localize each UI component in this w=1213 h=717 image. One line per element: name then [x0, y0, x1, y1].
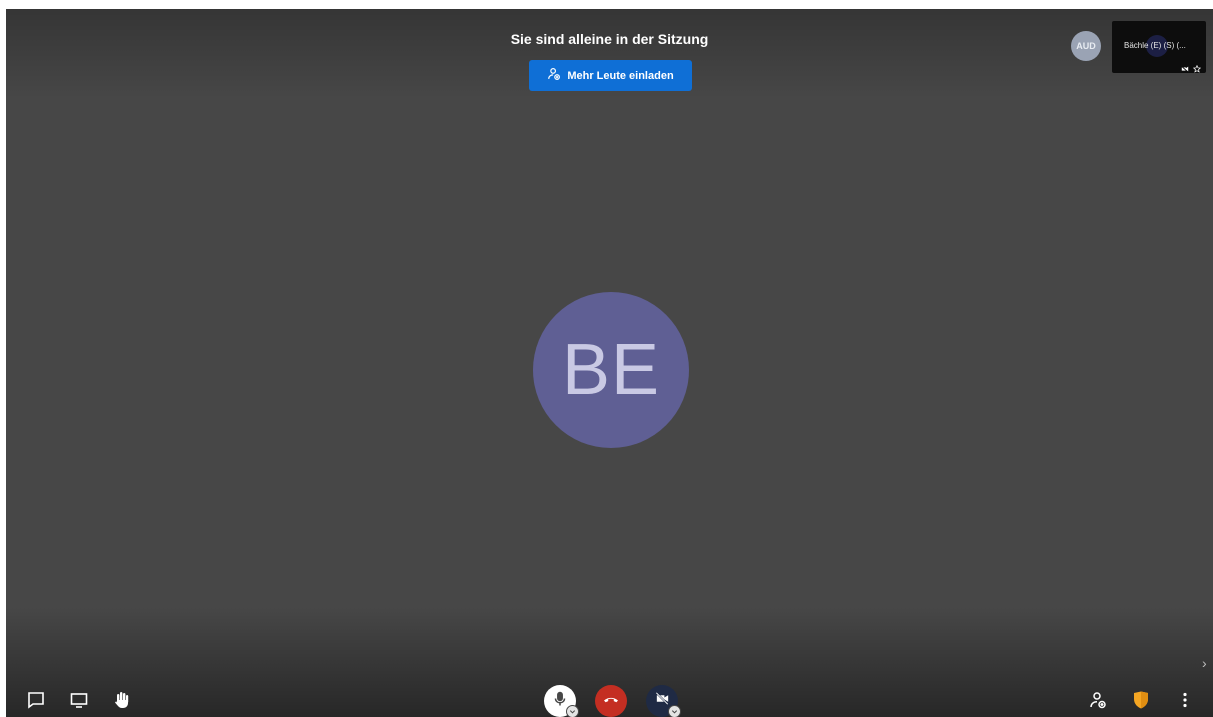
- chevron-down-icon[interactable]: [668, 705, 681, 717]
- hangup-button[interactable]: [595, 685, 627, 717]
- add-person-icon: [547, 67, 561, 84]
- filmstrip-avatar[interactable]: AUD: [1071, 31, 1101, 61]
- security-options-button[interactable]: [1130, 689, 1152, 711]
- raise-hand-button[interactable]: [111, 689, 133, 711]
- alone-notice-title: Sie sind alleine in der Sitzung: [510, 31, 709, 47]
- conference-stage: Sie sind alleine in der Sitzung Mehr Leu…: [6, 9, 1213, 717]
- camera-button[interactable]: [646, 685, 681, 717]
- chat-icon: [25, 689, 47, 711]
- more-options-button[interactable]: [1174, 689, 1196, 711]
- chevron-down-icon[interactable]: [566, 705, 579, 717]
- security-shield-icon: [1130, 689, 1152, 711]
- more-options-icon: [1174, 689, 1196, 711]
- participant-avatar: BE: [533, 292, 689, 448]
- thumbnail-status-icons: [1181, 60, 1202, 73]
- invite-people-button[interactable]: [1087, 689, 1109, 711]
- camera-muted-icon: [1181, 60, 1189, 73]
- raise-hand-icon: [111, 689, 133, 711]
- local-video-thumbnail[interactable]: Bächle (E) (S) (...: [1112, 21, 1206, 73]
- invite-more-people-button[interactable]: Mehr Leute einladen: [529, 60, 692, 91]
- chat-button[interactable]: [25, 689, 47, 711]
- screen-share-button[interactable]: [68, 689, 90, 711]
- microphone-button[interactable]: [544, 685, 579, 717]
- chevron-right-icon[interactable]: ›: [1202, 655, 1207, 671]
- invite-button-label: Mehr Leute einladen: [567, 69, 674, 82]
- hangup-icon: [602, 690, 620, 713]
- screen-share-icon: [68, 689, 90, 711]
- star-icon: [1192, 60, 1202, 73]
- invite-people-icon: [1087, 689, 1109, 711]
- thumbnail-name: Bächle (E) (S) (...: [1124, 41, 1186, 50]
